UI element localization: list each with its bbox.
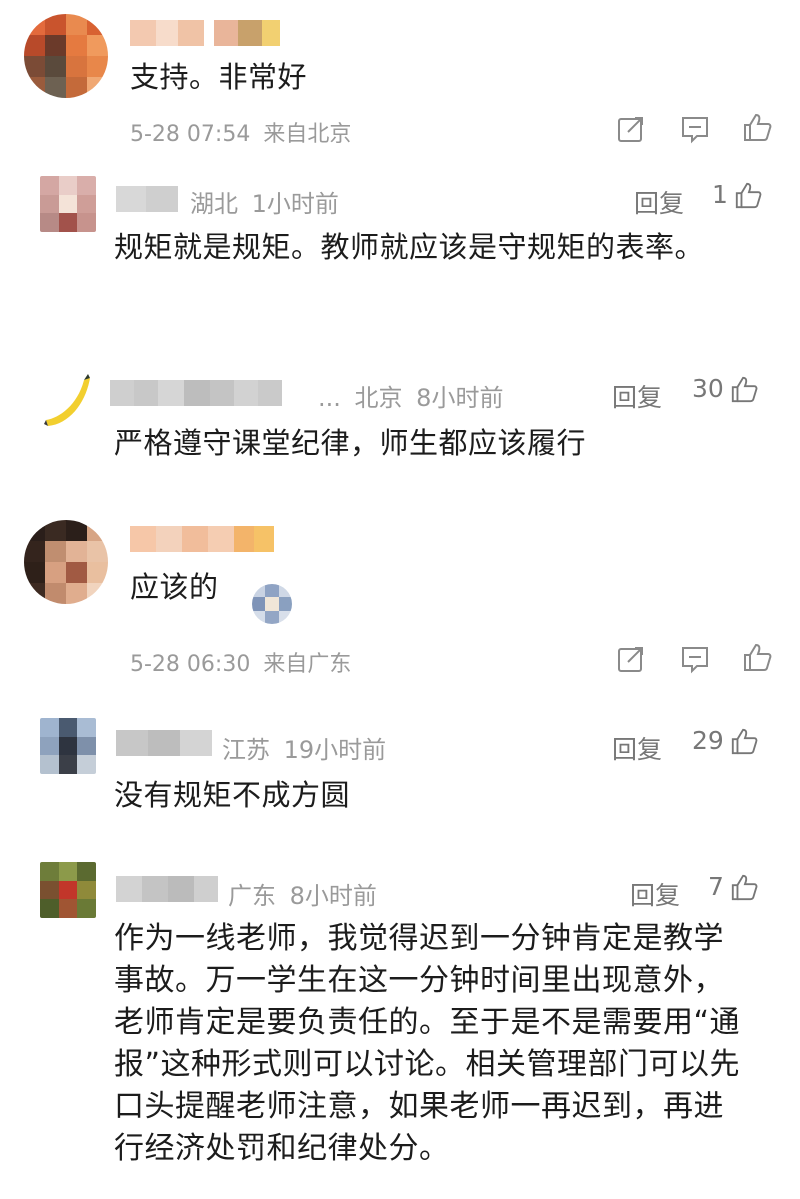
reply-content: 没有规矩不成方圆 (114, 778, 351, 812)
avatar[interactable] (40, 862, 96, 918)
share-icon[interactable] (616, 114, 646, 144)
reply-meta: 湖北 1小时前 (190, 184, 339, 219)
post-location: 来自广东 (263, 652, 352, 677)
thumbs-up-icon (731, 376, 758, 402)
avatar[interactable] (40, 372, 96, 428)
like-count: 7 (708, 872, 724, 901)
avatar[interactable] (24, 14, 108, 98)
reply-button[interactable]: 回复 (630, 876, 680, 912)
ellipsis: ... (318, 384, 341, 412)
sticker-thumbnail[interactable] (252, 584, 292, 624)
thumbs-up-icon[interactable] (742, 112, 772, 142)
avatar[interactable] (24, 520, 108, 604)
reply-time: 8小时前 (416, 384, 504, 412)
thumbs-up-icon (731, 874, 758, 900)
reply-location: 北京 (354, 384, 403, 412)
like-button[interactable]: 7 (708, 872, 758, 901)
reply-meta: 广东 8小时前 (228, 876, 377, 911)
thumbs-up-icon (735, 182, 762, 208)
thumbs-up-icon (731, 728, 758, 754)
like-button[interactable]: 30 (692, 374, 758, 403)
reply-content: 规矩就是规矩。教师就应该是守规矩的表率。 (114, 230, 705, 264)
reply-button[interactable]: 回复 (612, 730, 662, 766)
like-button[interactable]: 1 (712, 180, 762, 209)
post-timestamp: 5-28 07:54 来自北京 (130, 116, 351, 148)
comment-icon[interactable] (680, 114, 710, 144)
like-count: 29 (692, 726, 724, 755)
username-blurred[interactable] (130, 526, 274, 552)
reply-button[interactable]: 回复 (634, 184, 684, 220)
post-content: 支持。非常好 (130, 60, 308, 94)
post-timestamp: 5-28 06:30 来自广东 (130, 646, 351, 678)
username-blurred[interactable] (130, 20, 280, 46)
username-blurred[interactable] (116, 186, 178, 212)
comment-icon[interactable] (680, 644, 710, 674)
reply-meta: 江苏 19小时前 (222, 730, 386, 765)
reply-time: 19小时前 (283, 736, 387, 764)
post-time: 5-28 07:54 (130, 122, 251, 147)
thumbs-up-icon[interactable] (742, 642, 772, 672)
like-button[interactable]: 29 (692, 726, 758, 755)
reply-content: 作为一线老师，我觉得迟到一分钟肯定是教学事故。万一学生在这一分钟时间里出现意外，… (114, 921, 741, 1166)
reply-time: 1小时前 (251, 190, 339, 218)
username-blurred[interactable] (116, 730, 212, 756)
post-location: 来自北京 (263, 122, 352, 147)
post-content: 应该的 (130, 570, 219, 604)
like-count: 1 (712, 180, 728, 209)
reply-time: 8小时前 (289, 882, 377, 910)
reply-location: 广东 (228, 882, 276, 910)
username-blurred[interactable] (116, 876, 218, 902)
like-count: 30 (692, 374, 724, 403)
post-time: 5-28 06:30 (130, 652, 251, 677)
reply-location: 湖北 (190, 190, 238, 218)
reply-button[interactable]: 回复 (612, 378, 662, 414)
avatar[interactable] (40, 176, 96, 232)
username-blurred[interactable] (110, 380, 310, 406)
reply-location: 江苏 (222, 736, 270, 764)
reply-content: 严格遵守课堂纪律，师生都应该履行 (114, 426, 587, 460)
avatar[interactable] (40, 718, 96, 774)
reply-meta: ... 北京 8小时前 (318, 378, 503, 413)
share-icon[interactable] (616, 644, 646, 674)
